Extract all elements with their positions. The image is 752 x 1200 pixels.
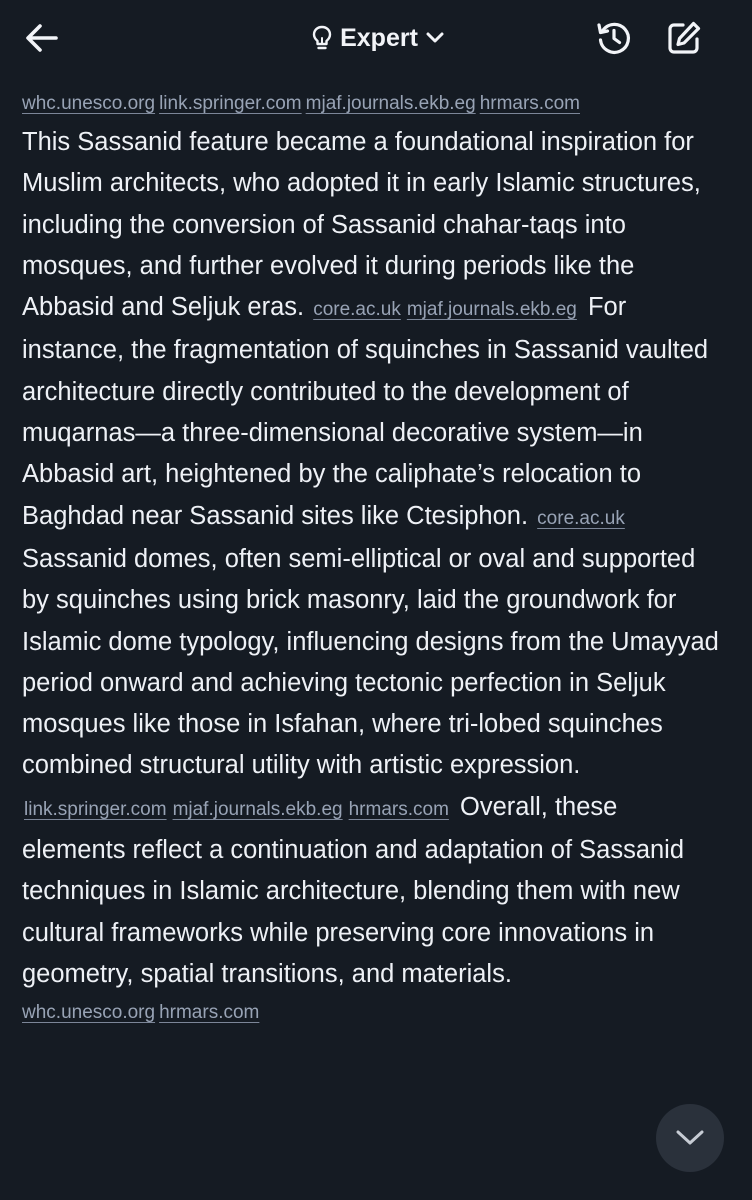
source-link[interactable]: link.springer.com — [159, 93, 302, 114]
source-link[interactable]: whc.unesco.org — [22, 93, 155, 114]
back-button[interactable] — [20, 16, 64, 60]
answer-text: Overall, these elements reflect a contin… — [22, 792, 685, 988]
citation-link[interactable]: core.ac.uk — [313, 299, 401, 320]
citation-link[interactable]: hrmars.com — [349, 799, 449, 820]
source-link[interactable]: whc.unesco.org — [22, 1002, 155, 1023]
source-link[interactable]: hrmars.com — [159, 1002, 259, 1023]
chevron-down-icon — [426, 32, 444, 43]
arrow-left-icon — [26, 24, 58, 52]
citation-link[interactable]: mjaf.journals.ekb.eg — [407, 299, 577, 320]
citation-link[interactable]: mjaf.journals.ekb.eg — [173, 799, 343, 820]
assistant-message: whc.unesco.org link.springer.com mjaf.jour… — [22, 86, 724, 1031]
chat-screen: Expert whc.unesco.org link.springer.com mj… — [0, 0, 752, 1200]
mode-label: Expert — [340, 23, 418, 52]
mode-selector[interactable]: Expert — [296, 17, 460, 59]
source-links-bottom: whc.unesco.org hrmars.com — [22, 995, 724, 1031]
top-bar: Expert — [0, 0, 752, 80]
citation-link[interactable]: link.springer.com — [24, 799, 167, 820]
answer-text: Sassanid domes, often semi-elliptical or… — [22, 544, 719, 780]
edit-icon — [668, 21, 701, 54]
answer-text: For instance, the fragmentation of squin… — [22, 293, 709, 530]
source-link[interactable]: hrmars.com — [480, 93, 580, 114]
new-chat-button[interactable] — [662, 16, 706, 60]
scroll-to-bottom-button[interactable] — [656, 1104, 724, 1172]
source-links-top: whc.unesco.org link.springer.com mjaf.jour… — [22, 86, 724, 122]
chevron-down-icon — [676, 1130, 704, 1145]
citation-link[interactable]: core.ac.uk — [537, 508, 625, 529]
lightbulb-icon — [312, 25, 332, 50]
source-link[interactable]: mjaf.journals.ekb.eg — [306, 93, 476, 114]
bottom-bar-edge — [0, 1178, 752, 1200]
history-icon — [597, 22, 630, 54]
answer-paragraph: This Sassanid feature became a foundatio… — [22, 122, 724, 995]
history-button[interactable] — [592, 16, 636, 60]
